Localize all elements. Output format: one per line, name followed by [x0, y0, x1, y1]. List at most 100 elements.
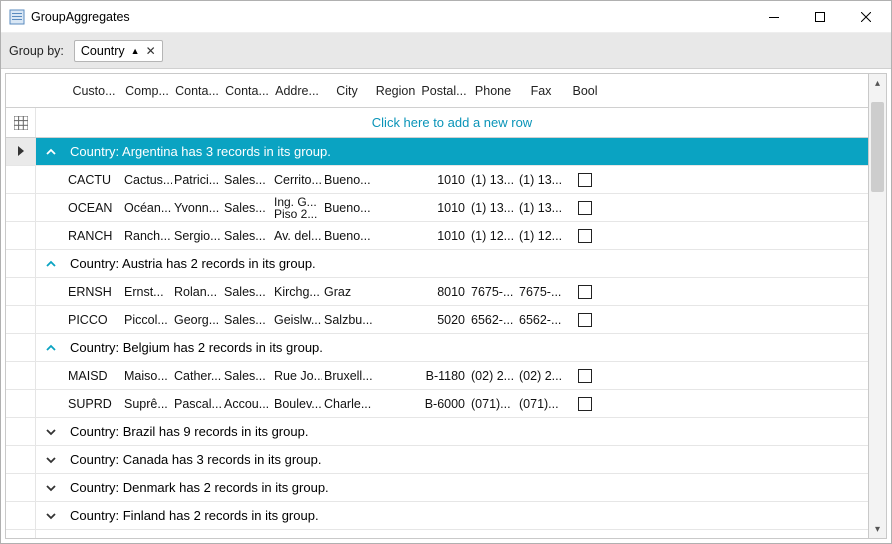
vertical-scrollbar[interactable]: ▴ ▾ [869, 73, 887, 539]
cell-contact-name[interactable]: Pascal... [172, 397, 222, 411]
checkbox-icon[interactable] [578, 201, 592, 215]
cell-city[interactable]: Bueno... [322, 229, 372, 243]
cell-bool[interactable] [565, 397, 605, 411]
col-contact-title[interactable]: Conta... [222, 74, 272, 107]
cell-company[interactable]: Piccol... [122, 313, 172, 327]
cell-address[interactable]: Ing. G...Piso 2... [272, 196, 322, 220]
cell-customer[interactable]: PICCO [66, 313, 122, 327]
cell-fax[interactable]: (02) 2... [517, 369, 565, 383]
cell-fax[interactable]: 6562-... [517, 313, 565, 327]
cell-bool[interactable] [565, 369, 605, 383]
maximize-button[interactable] [797, 1, 843, 33]
cell-contact-name[interactable]: Rolan... [172, 285, 222, 299]
group-row[interactable]: Country: Argentina has 3 records in its … [6, 138, 868, 166]
group-toggle-icon[interactable] [36, 146, 66, 158]
cell-contact-title[interactable]: Sales... [222, 201, 272, 215]
cell-city[interactable]: Bueno... [322, 201, 372, 215]
col-city[interactable]: City [322, 74, 372, 107]
col-contact-name[interactable]: Conta... [172, 74, 222, 107]
cell-phone[interactable]: 6562-... [469, 313, 517, 327]
cell-bool[interactable] [565, 201, 605, 215]
scroll-track[interactable] [869, 92, 886, 520]
col-phone[interactable]: Phone [469, 74, 517, 107]
cell-customer[interactable]: MAISD [66, 369, 122, 383]
checkbox-icon[interactable] [578, 397, 592, 411]
cell-contact-title[interactable]: Accou... [222, 397, 272, 411]
cell-city[interactable]: Salzbu... [322, 313, 372, 327]
group-row[interactable]: Country: Denmark has 2 records in its gr… [6, 474, 868, 502]
data-row[interactable]: RANCH Ranch... Sergio... Sales... Av. de… [6, 222, 868, 250]
cell-address[interactable]: Av. del... [272, 229, 322, 243]
cell-city[interactable]: Charle... [322, 397, 372, 411]
cell-customer[interactable]: OCEAN [66, 201, 122, 215]
cell-fax[interactable]: (071)... [517, 397, 565, 411]
cell-customer[interactable]: SUPRD [66, 397, 122, 411]
cell-address[interactable]: Kirchg... [272, 285, 322, 299]
cell-phone[interactable]: 7675-... [469, 285, 517, 299]
cell-fax[interactable]: (1) 13... [517, 173, 565, 187]
group-by-chip[interactable]: Country ▲ ✕ [74, 40, 163, 62]
cell-postal[interactable]: 8010 [419, 285, 469, 299]
cell-postal[interactable]: B-6000 [419, 397, 469, 411]
cell-bool[interactable] [565, 173, 605, 187]
data-row[interactable]: CACTU Cactus... Patrici... Sales... Cerr… [6, 166, 868, 194]
add-new-row[interactable]: Click here to add a new row [6, 108, 868, 138]
cell-fax[interactable]: (1) 13... [517, 201, 565, 215]
scroll-thumb[interactable] [871, 102, 884, 192]
cell-postal[interactable]: 5020 [419, 313, 469, 327]
col-postal[interactable]: Postal... [419, 74, 469, 107]
cell-phone[interactable]: (1) 12... [469, 229, 517, 243]
minimize-button[interactable] [751, 1, 797, 33]
group-toggle-icon[interactable] [36, 342, 66, 354]
cell-bool[interactable] [565, 313, 605, 327]
cell-fax[interactable]: 7675-... [517, 285, 565, 299]
cell-company[interactable]: Ranch... [122, 229, 172, 243]
col-address[interactable]: Addre... [272, 74, 322, 107]
data-row[interactable]: OCEAN Océan... Yvonn... Sales... Ing. G.… [6, 194, 868, 222]
cell-contact-title[interactable]: Sales... [222, 285, 272, 299]
col-customer[interactable]: Custo... [66, 74, 122, 107]
cell-phone[interactable]: (1) 13... [469, 201, 517, 215]
group-row[interactable]: Country: Belgium has 2 records in its gr… [6, 334, 868, 362]
cell-address[interactable]: Cerrito... [272, 173, 322, 187]
cell-company[interactable]: Océan... [122, 201, 172, 215]
group-toggle-icon[interactable] [36, 510, 66, 522]
cell-postal[interactable]: 1010 [419, 201, 469, 215]
scroll-down-icon[interactable]: ▾ [869, 520, 886, 538]
cell-city[interactable]: Bruxell... [322, 369, 372, 383]
group-row[interactable]: Country: Austria has 2 records in its gr… [6, 250, 868, 278]
cell-postal[interactable]: B-1180 [419, 369, 469, 383]
cell-phone[interactable]: (071)... [469, 397, 517, 411]
cell-bool[interactable] [565, 285, 605, 299]
data-row[interactable]: SUPRD Suprê... Pascal... Accou... Boulev… [6, 390, 868, 418]
data-row[interactable]: MAISD Maiso... Cather... Sales... Rue Jo… [6, 362, 868, 390]
checkbox-icon[interactable] [578, 369, 592, 383]
scroll-up-icon[interactable]: ▴ [869, 74, 886, 92]
cell-fax[interactable]: (1) 12... [517, 229, 565, 243]
group-toggle-icon[interactable] [36, 538, 66, 539]
checkbox-icon[interactable] [578, 229, 592, 243]
cell-contact-name[interactable]: Patrici... [172, 173, 222, 187]
data-row[interactable]: ERNSH Ernst... Rolan... Sales... Kirchg.… [6, 278, 868, 306]
cell-company[interactable]: Maiso... [122, 369, 172, 383]
cell-city[interactable]: Bueno... [322, 173, 372, 187]
cell-phone[interactable]: (1) 13... [469, 173, 517, 187]
close-button[interactable] [843, 1, 889, 33]
group-by-remove-icon[interactable]: ✕ [146, 44, 156, 58]
group-row[interactable]: Country: Brazil has 9 records in its gro… [6, 418, 868, 446]
cell-contact-title[interactable]: Sales... [222, 229, 272, 243]
cell-company[interactable]: Ernst... [122, 285, 172, 299]
cell-contact-name[interactable]: Georg... [172, 313, 222, 327]
group-toggle-icon[interactable] [36, 482, 66, 494]
cell-contact-title[interactable]: Sales... [222, 369, 272, 383]
col-bool[interactable]: Bool [565, 74, 605, 107]
cell-contact-title[interactable]: Sales... [222, 313, 272, 327]
cell-customer[interactable]: CACTU [66, 173, 122, 187]
group-row[interactable]: Country: Finland has 2 records in its gr… [6, 502, 868, 530]
group-row[interactable]: Country: France has 11 records in its gr… [6, 530, 868, 538]
cell-bool[interactable] [565, 229, 605, 243]
cell-contact-name[interactable]: Cather... [172, 369, 222, 383]
checkbox-icon[interactable] [578, 285, 592, 299]
cell-city[interactable]: Graz [322, 285, 372, 299]
col-region[interactable]: Region [372, 74, 419, 107]
